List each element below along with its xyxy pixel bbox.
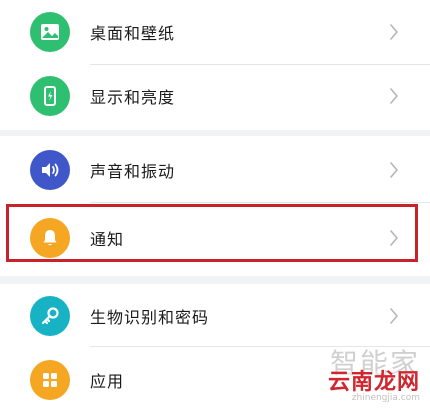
phone-brightness-icon	[30, 76, 70, 116]
settings-item-label: 通知	[90, 230, 125, 249]
settings-item-biometrics[interactable]: 生物识别和密码	[0, 284, 430, 348]
settings-item-label: 桌面和壁纸	[90, 24, 176, 43]
chevron-right-icon	[390, 230, 398, 246]
chevron-right-icon	[390, 162, 398, 178]
settings-item-label: 生物识别和密码	[90, 308, 210, 327]
settings-group-sound: 声音和振动 通知	[0, 136, 430, 276]
chevron-right-icon	[390, 24, 398, 40]
key-icon	[30, 296, 70, 336]
settings-item-label: 显示和亮度	[90, 88, 176, 107]
settings-screen: 桌面和壁纸 显示和亮度 声音和振动 通知 生物识别和密码 应用 智能家 云南龙网…	[0, 0, 430, 409]
chevron-right-icon	[390, 88, 398, 104]
settings-item-sound[interactable]: 声音和振动	[0, 138, 430, 202]
divider	[90, 346, 430, 347]
settings-item-wallpaper[interactable]: 桌面和壁纸	[0, 0, 430, 64]
chevron-right-icon	[390, 308, 398, 324]
wallpaper-icon	[30, 12, 70, 52]
settings-item-display[interactable]: 显示和亮度	[0, 64, 430, 128]
settings-item-apps[interactable]: 应用	[0, 348, 430, 409]
divider	[90, 202, 430, 203]
settings-group-display: 桌面和壁纸 显示和亮度	[0, 0, 430, 130]
settings-item-notifications[interactable]: 通知	[0, 206, 430, 270]
settings-group-security: 生物识别和密码 应用	[0, 284, 430, 409]
speaker-icon	[30, 150, 70, 190]
settings-item-label: 应用	[90, 372, 125, 391]
bell-icon	[30, 218, 70, 258]
settings-item-label: 声音和振动	[90, 162, 176, 181]
apps-grid-icon	[30, 360, 70, 400]
